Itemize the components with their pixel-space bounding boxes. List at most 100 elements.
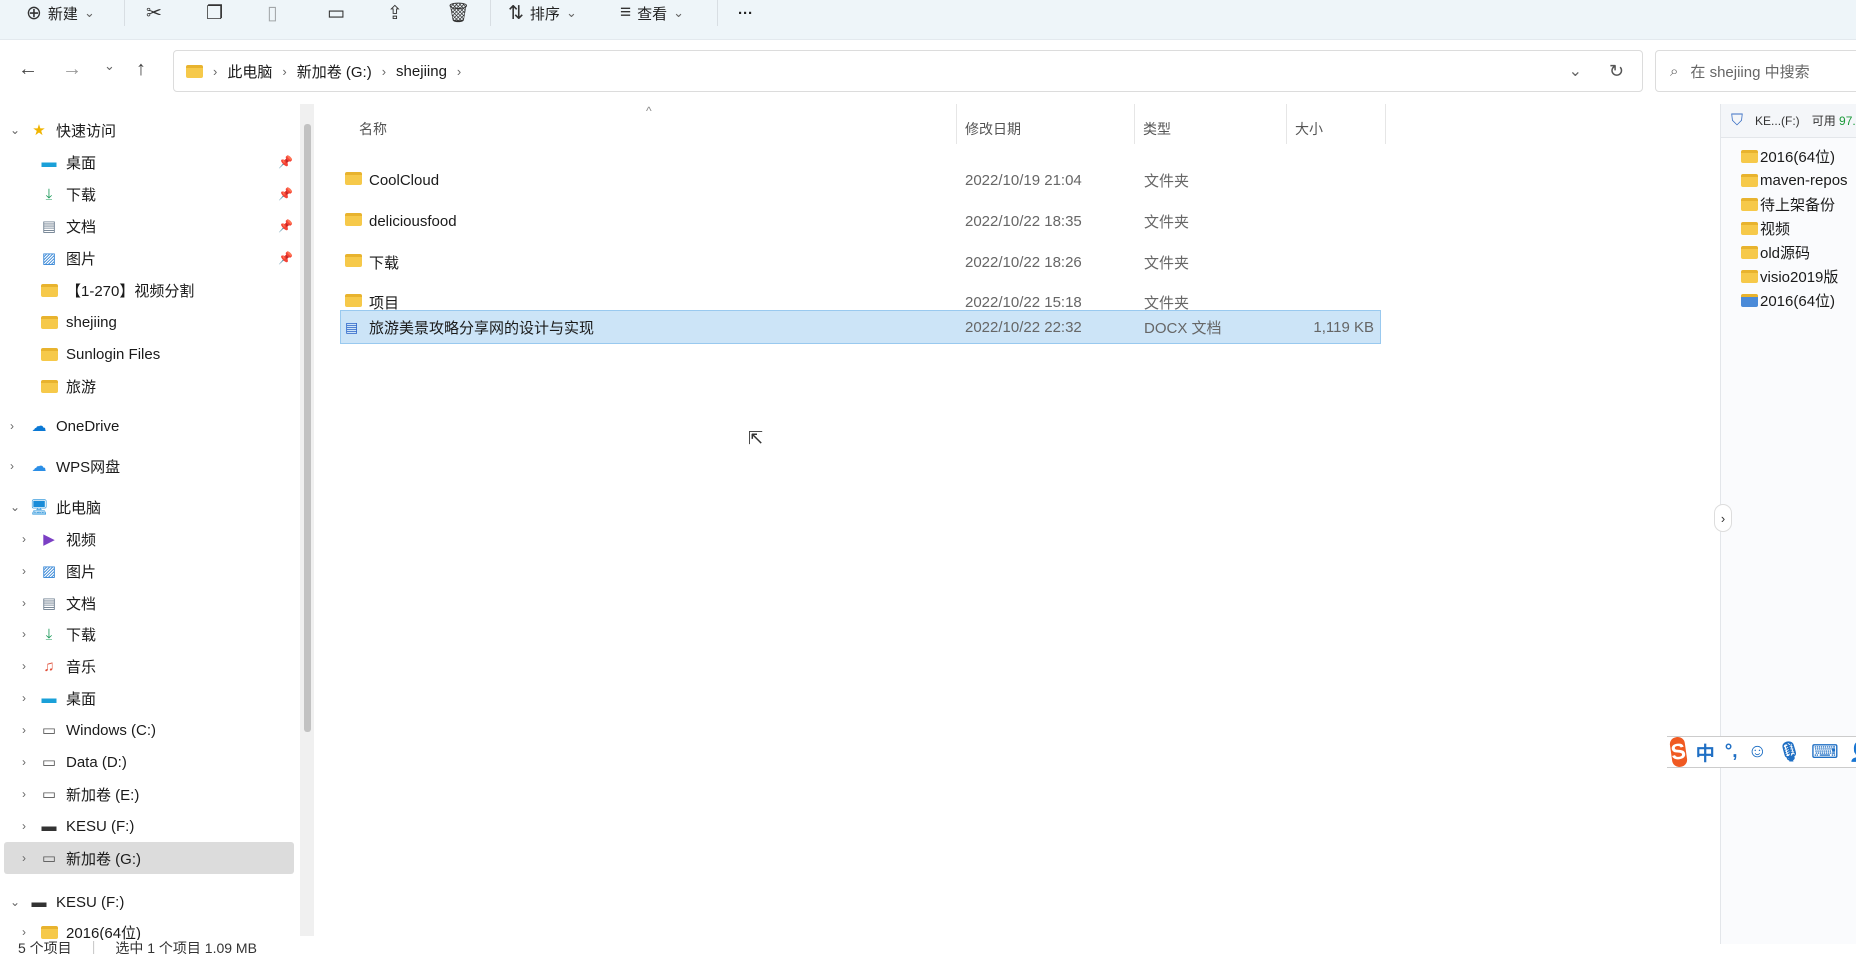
cut-button[interactable]: ✂: [146, 0, 162, 26]
chevron-right-icon[interactable]: ›: [22, 851, 26, 865]
nav-pc-desktop[interactable]: › ▬ 桌面: [0, 682, 296, 714]
panel-item[interactable]: old源码: [1721, 240, 1856, 264]
file-row-selected[interactable]: ▤ 旅游美景攻略分享网的设计与实现 2022/10/22 22:32 DOCX 文档 1…: [340, 310, 1381, 344]
rename-button[interactable]: ▭: [327, 0, 345, 26]
pin-icon[interactable]: 📌: [278, 251, 293, 265]
chevron-down-icon[interactable]: ⌄: [10, 500, 20, 514]
column-divider[interactable]: [956, 104, 957, 144]
chevron-right-icon[interactable]: ›: [22, 596, 26, 610]
forward-arrow-icon[interactable]: →: [62, 58, 82, 81]
nav-item-travel[interactable]: 旅游: [0, 370, 296, 402]
chevron-right-icon[interactable]: ›: [22, 723, 26, 737]
chevron-right-icon[interactable]: ›: [22, 691, 26, 705]
nav-kesu[interactable]: ⌄ ▬ KESU (F:): [0, 886, 296, 918]
breadcrumb-drive-g[interactable]: 新加卷 (G:): [297, 61, 372, 82]
ime-mode-toggle[interactable]: 中: [1696, 739, 1715, 766]
file-row[interactable]: deliciousfood 2022/10/22 18:35 文件夹: [340, 204, 1381, 238]
chevron-right-icon[interactable]: ›: [22, 532, 26, 546]
search-box[interactable]: ⌕ 在 shejiing 中搜索: [1655, 50, 1856, 92]
paste-button[interactable]: ▯: [267, 0, 277, 26]
copy-button[interactable]: ❐: [206, 0, 223, 26]
panel-item[interactable]: 待上架备份: [1721, 192, 1856, 216]
ime-punct-toggle[interactable]: °,: [1725, 741, 1738, 763]
panel-item[interactable]: 视频: [1721, 216, 1856, 240]
nav-item-downloads[interactable]: ⤓ 下载 📌: [0, 178, 296, 210]
file-row[interactable]: 下载 2022/10/22 18:26 文件夹: [340, 245, 1381, 279]
chevron-right-icon[interactable]: ›: [22, 925, 26, 939]
chevron-right-icon[interactable]: ›: [22, 659, 26, 673]
breadcrumb-this-pc[interactable]: 此电脑: [227, 61, 272, 82]
recent-chevron-icon[interactable]: ⌄: [104, 58, 115, 74]
column-divider[interactable]: [1286, 104, 1287, 144]
nav-scrollbar-thumb[interactable]: [304, 124, 311, 732]
nav-drive-e[interactable]: › ▭ 新加卷 (E:): [0, 778, 296, 810]
folder-icon: [1741, 245, 1758, 259]
nav-pc-pictures[interactable]: › ▨ 图片: [0, 555, 296, 587]
cloud-icon: ☁: [31, 418, 47, 435]
new-button[interactable]: ⊕ 新建 ⌄: [26, 0, 95, 26]
chevron-right-icon[interactable]: ›: [22, 755, 26, 769]
chevron-down-icon[interactable]: ⌄: [10, 123, 20, 137]
emoji-icon[interactable]: ☺: [1748, 741, 1767, 763]
nav-item-desktop[interactable]: ▬ 桌面 📌: [0, 146, 296, 178]
chevron-right-icon[interactable]: ›: [22, 627, 26, 641]
microphone-icon[interactable]: 🎙: [1777, 740, 1801, 764]
nav-quick-access[interactable]: ⌄ ★ 快速访问: [0, 114, 296, 146]
sogou-logo-icon[interactable]: S: [1668, 736, 1688, 768]
back-arrow-icon[interactable]: ←: [18, 58, 38, 81]
panel-item[interactable]: 2016(64位): [1721, 288, 1856, 312]
more-button[interactable]: ···: [738, 0, 753, 26]
panel-item[interactable]: 2016(64位): [1721, 144, 1856, 168]
user-icon[interactable]: 👤: [1849, 740, 1856, 764]
nav-item-video-split[interactable]: 【1-270】视频分割: [0, 274, 296, 306]
pin-icon[interactable]: 📌: [278, 187, 293, 201]
up-arrow-icon[interactable]: ↑: [136, 58, 146, 81]
nav-drive-d[interactable]: › ▭ Data (D:): [0, 746, 296, 778]
nav-onedrive[interactable]: › ☁ OneDrive: [0, 410, 296, 442]
panel-toggle-chevron-icon[interactable]: ›: [1714, 504, 1732, 532]
address-bar[interactable]: › 此电脑 › 新加卷 (G:) › shejiing › ⌄ ↻: [173, 50, 1643, 92]
nav-pc-documents[interactable]: › ▤ 文档: [0, 587, 296, 619]
column-divider[interactable]: [1385, 104, 1386, 144]
column-header-date[interactable]: 修改日期: [965, 112, 1021, 146]
view-button[interactable]: ≡ 查看 ⌄: [620, 0, 684, 26]
nav-this-pc[interactable]: ⌄ 🖥 此电脑: [0, 491, 296, 523]
nav-drive-f[interactable]: › ▬ KESU (F:): [0, 810, 296, 842]
nav-kesu-2016[interactable]: › 2016(64位): [0, 916, 296, 941]
pin-icon[interactable]: 📌: [278, 155, 293, 169]
keyboard-icon[interactable]: ⌨: [1811, 741, 1838, 764]
pin-icon[interactable]: 📌: [278, 219, 293, 233]
sort-button[interactable]: ⇅ 排序 ⌄: [508, 0, 577, 26]
chevron-right-icon[interactable]: ›: [22, 787, 26, 801]
address-dropdown-icon[interactable]: ⌄: [1569, 61, 1582, 81]
nav-drive-g[interactable]: › ▭ 新加卷 (G:): [4, 842, 294, 874]
nav-item-shejiing[interactable]: shejiing: [0, 306, 296, 338]
refresh-icon[interactable]: ↻: [1609, 61, 1624, 82]
nav-item-sunlogin[interactable]: Sunlogin Files: [0, 338, 296, 370]
breadcrumb-shejiing[interactable]: shejiing: [396, 63, 447, 80]
panel-item[interactable]: maven-repos: [1721, 168, 1856, 192]
chevron-right-icon[interactable]: ›: [22, 564, 26, 578]
file-row[interactable]: CoolCloud 2022/10/19 21:04 文件夹: [340, 163, 1381, 197]
chevron-right-icon[interactable]: ›: [22, 819, 26, 833]
nav-wps[interactable]: › ☁ WPS网盘: [0, 450, 296, 482]
column-header-name[interactable]: 名称: [359, 112, 387, 146]
nav-pc-downloads[interactable]: › ⤓ 下载: [0, 618, 296, 650]
folder-icon: [1741, 173, 1758, 187]
folder-icon: [40, 314, 58, 330]
nav-drive-c[interactable]: › ▭ Windows (C:): [0, 714, 296, 746]
chevron-down-icon[interactable]: ⌄: [10, 895, 20, 909]
column-header-size[interactable]: 大小: [1295, 112, 1323, 146]
delete-button[interactable]: 🗑: [446, 0, 470, 26]
panel-item[interactable]: visio2019版: [1721, 264, 1856, 288]
column-header-type[interactable]: 类型: [1143, 112, 1171, 146]
chevron-right-icon[interactable]: ›: [10, 419, 14, 433]
chevron-right-icon[interactable]: ›: [10, 459, 14, 473]
nav-pc-music[interactable]: › ♫ 音乐: [0, 650, 296, 682]
nav-item-documents[interactable]: ▤ 文档 📌: [0, 210, 296, 242]
nav-pc-videos[interactable]: › ▶ 视频: [0, 523, 296, 555]
column-divider[interactable]: [1134, 104, 1135, 144]
share-button[interactable]: ⇪: [387, 0, 403, 26]
trash-icon: 🗑: [446, 3, 471, 24]
nav-item-pictures[interactable]: ▨ 图片 📌: [0, 242, 296, 274]
